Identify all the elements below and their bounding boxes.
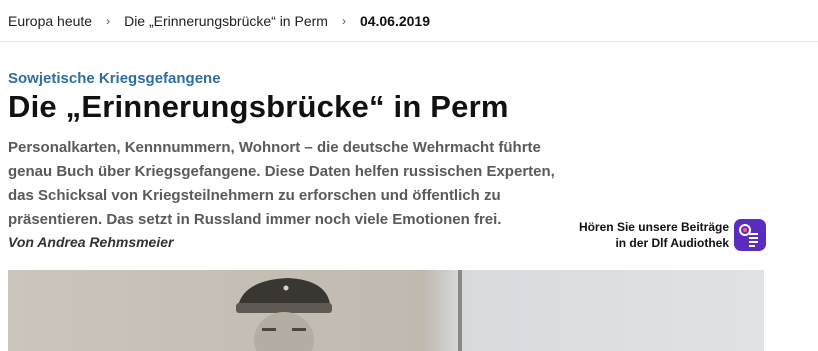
article-teaser: Personalkarten, Kennnummern, Wohnort – d… xyxy=(8,139,555,228)
dlf-audiothek-app-icon xyxy=(734,219,766,251)
audiothek-promo-link[interactable]: Hören Sie unsere Beiträge in der Dlf Aud… xyxy=(560,217,766,253)
audiothek-promo-line-1: Hören Sie unsere Beiträge xyxy=(578,220,729,234)
article-lead-image xyxy=(8,270,764,351)
chevron-right-icon: › xyxy=(341,13,346,28)
breadcrumb-item-europa-heute[interactable]: Europa heute xyxy=(8,13,92,29)
article-author: Von Andrea Rehmsmeier xyxy=(8,234,174,250)
soldier-portrait-photo xyxy=(8,270,764,351)
breadcrumb-item-article[interactable]: Die „Erinnerungsbrücke“ in Perm xyxy=(124,13,328,29)
audiothek-logo-icon xyxy=(739,224,758,247)
chevron-right-icon: › xyxy=(106,13,111,28)
audiothek-promo-line-2: in der Dlf Audiothek xyxy=(615,236,729,250)
audiothek-promo-text: Hören Sie unsere Beiträge in der Dlf Aud… xyxy=(579,219,729,251)
article-headline: Die „Erinnerungsbrücke“ in Perm xyxy=(8,89,509,124)
article-kicker: Sowjetische Kriegsgefangene xyxy=(8,70,221,87)
breadcrumb: Europa heute › Die „Erinnerungsbrücke“ i… xyxy=(0,0,818,42)
breadcrumb-current-date: 04.06.2019 xyxy=(359,12,431,29)
